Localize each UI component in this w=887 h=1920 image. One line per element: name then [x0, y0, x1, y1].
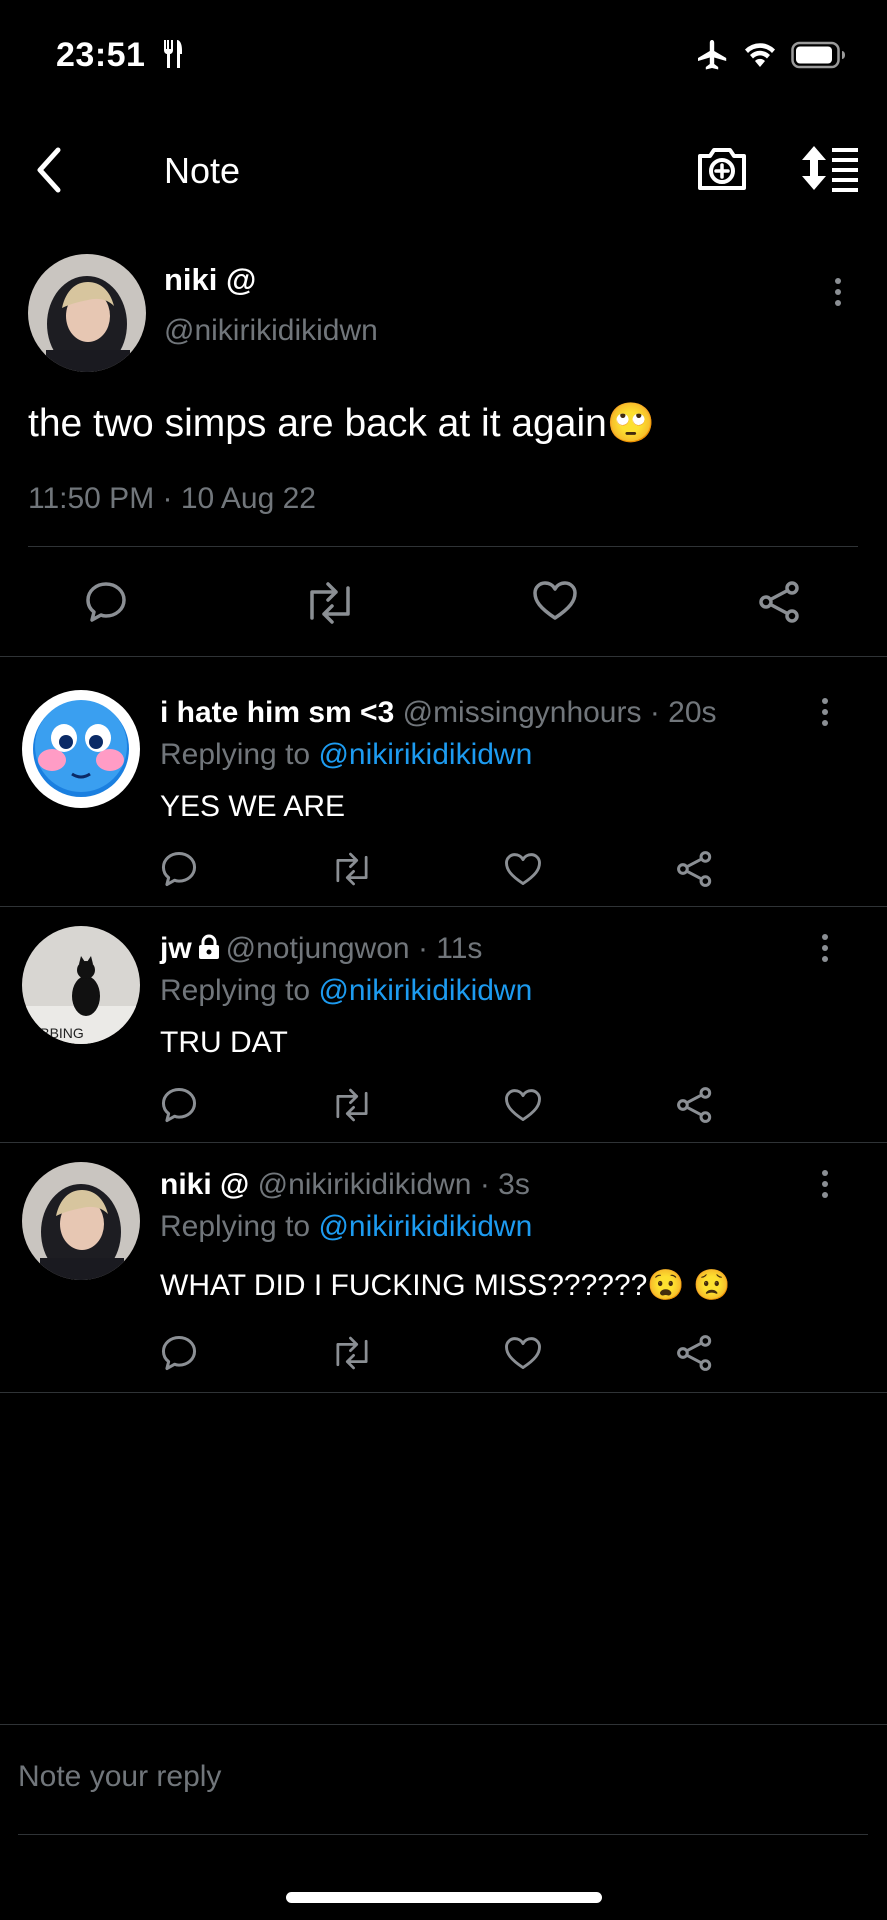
- share-icon[interactable]: [676, 850, 714, 888]
- replying-to: Replying to @nikirikidikidwn: [160, 738, 533, 771]
- divider: [0, 1392, 887, 1393]
- back-chevron-icon[interactable]: [28, 142, 72, 198]
- author-handle[interactable]: @missingynhours: [403, 696, 642, 729]
- share-icon[interactable]: [758, 580, 802, 624]
- mention-link[interactable]: @nikirikidikidwn: [318, 1210, 532, 1243]
- share-icon[interactable]: [676, 1086, 714, 1124]
- divider: [0, 1724, 887, 1725]
- avatar[interactable]: [22, 690, 140, 808]
- retweet-icon[interactable]: [330, 852, 374, 886]
- author-name: jw: [160, 932, 192, 965]
- battery-icon: [791, 41, 845, 69]
- avatar[interactable]: SOBBING: [22, 926, 140, 1044]
- retweet-icon[interactable]: [330, 1336, 374, 1370]
- eye-roll-emoji: 🙄: [606, 402, 656, 445]
- avatar[interactable]: [28, 254, 146, 372]
- divider: [18, 1834, 868, 1835]
- divider: [0, 1142, 887, 1143]
- reply-header: niki @ @nikirikidikidwn · 3s: [160, 1168, 530, 1202]
- reply-icon[interactable]: [160, 1086, 198, 1124]
- mention-link[interactable]: @nikirikidikidwn: [318, 738, 532, 771]
- divider: [28, 546, 858, 547]
- reply-time: · 3s: [479, 1168, 530, 1201]
- author-handle[interactable]: @nikirikidikidwn: [164, 314, 378, 348]
- more-icon[interactable]: [822, 1170, 830, 1198]
- more-icon[interactable]: [822, 934, 830, 962]
- list-item: SOBBING jw @notjungwon · 11s Replying to…: [0, 926, 887, 1140]
- status-time: 23:51: [56, 36, 185, 75]
- replying-to: Replying to @nikirikidikidwn: [160, 974, 533, 1007]
- anguished-emoji: 😧 😟: [647, 1269, 731, 1302]
- author-handle[interactable]: @nikirikidikidwn: [258, 1168, 472, 1201]
- lock-icon: [198, 934, 219, 959]
- replying-to: Replying to @nikirikidikidwn: [160, 1210, 533, 1243]
- author-name: niki @: [164, 262, 257, 297]
- like-icon[interactable]: [532, 580, 578, 622]
- reply-icon[interactable]: [84, 580, 128, 624]
- camera-plus-icon[interactable]: [696, 144, 748, 192]
- more-icon[interactable]: [835, 278, 843, 306]
- list-item: i hate him sm <3 @missingynhours · 20s R…: [0, 690, 887, 904]
- page-title: Note: [164, 150, 241, 191]
- reply-header: jw @notjungwon · 11s: [160, 932, 482, 966]
- reply-icon[interactable]: [160, 1334, 198, 1372]
- nav-bar: Note: [0, 130, 887, 210]
- reply-icon[interactable]: [160, 850, 198, 888]
- airplane-icon: [698, 40, 727, 70]
- reply-text: YES WE ARE: [160, 790, 346, 823]
- post-timestamp: 11:50 PM · 10 Aug 22: [28, 482, 316, 515]
- avatar-caption: SOBBING: [22, 1025, 84, 1041]
- share-icon[interactable]: [676, 1334, 714, 1372]
- status-bar: 23:51: [0, 0, 887, 110]
- post-text: the two simps are back at it again🙄: [28, 402, 656, 445]
- sort-icon[interactable]: [800, 144, 860, 192]
- retweet-icon[interactable]: [302, 582, 358, 624]
- reply-input[interactable]: Note your reply: [18, 1760, 221, 1794]
- reply-text: TRU DAT: [160, 1026, 288, 1059]
- retweet-icon[interactable]: [330, 1088, 374, 1122]
- more-icon[interactable]: [822, 698, 830, 726]
- author-name: niki @: [160, 1168, 250, 1201]
- home-indicator[interactable]: [286, 1892, 602, 1903]
- like-icon[interactable]: [504, 852, 542, 887]
- divider: [0, 906, 887, 907]
- author-handle[interactable]: @notjungwon: [226, 932, 410, 965]
- like-icon[interactable]: [504, 1088, 542, 1123]
- list-item: niki @ @nikirikidikidwn · 3s Replying to…: [0, 1162, 887, 1392]
- author-name: i hate him sm <3: [160, 696, 395, 729]
- reply-time: · 11s: [417, 932, 483, 965]
- mention-link[interactable]: @nikirikidikidwn: [318, 974, 532, 1007]
- fork-knife-icon: [164, 40, 183, 68]
- divider: [0, 656, 887, 657]
- reply-header: i hate him sm <3 @missingynhours · 20s: [160, 696, 717, 730]
- avatar[interactable]: [22, 1162, 140, 1280]
- like-icon[interactable]: [504, 1336, 542, 1371]
- reply-time: · 20s: [649, 696, 717, 729]
- wifi-icon: [745, 43, 775, 67]
- reply-text: WHAT DID I FUCKING MISS??????😧 😟: [160, 1269, 731, 1302]
